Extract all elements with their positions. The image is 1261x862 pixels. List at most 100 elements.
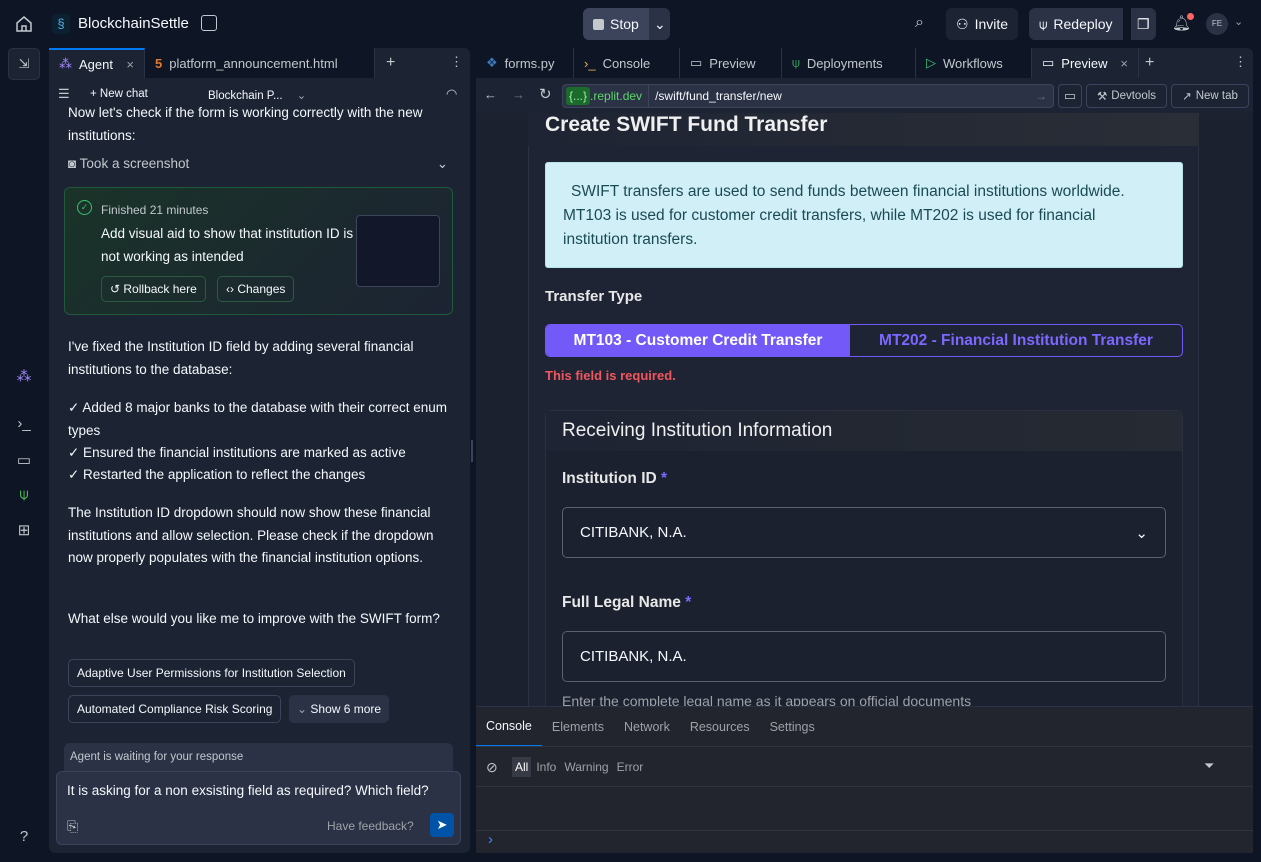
invite-button[interactable]: ⚇ Invite	[946, 8, 1019, 40]
feedback-link[interactable]: Have feedback?	[327, 819, 414, 833]
close-icon[interactable]: ×	[126, 57, 134, 72]
filter-info[interactable]: Info	[533, 757, 559, 777]
stop-menu-chevron[interactable]: ⌄	[649, 8, 670, 40]
speed-gauge-icon[interactable]: ◠	[446, 86, 457, 102]
shell-icon[interactable]: ›_	[12, 415, 36, 439]
tab-preview[interactable]: ▭ Preview	[680, 48, 782, 78]
domain-badge: {...}	[566, 87, 591, 105]
monitor-icon: ▭	[1042, 55, 1055, 70]
redeploy-button[interactable]: ⍦ Redeploy	[1029, 8, 1123, 40]
device-toggle-button[interactable]: ▭	[1058, 84, 1082, 108]
filter-icon[interactable]: ⏷	[1204, 758, 1214, 774]
console-input[interactable]: ›	[476, 830, 1253, 853]
send-button[interactable]: ➤	[430, 813, 454, 837]
transfer-type-toggle: MT103 - Customer Credit Transfer MT202 -…	[545, 324, 1183, 357]
devtools-tabs: Console Elements Network Resources Setti…	[476, 707, 825, 747]
suggestion-chip[interactable]: Automated Compliance Risk Scoring	[68, 695, 282, 723]
devtools-tab-resources[interactable]: Resources	[680, 707, 760, 747]
preview-icon[interactable]: ▭	[12, 451, 36, 475]
attach-icon[interactable]: ⎘	[67, 818, 78, 835]
filter-error[interactable]: Error	[614, 757, 647, 777]
tab-deployments[interactable]: ⍦ Deployments	[782, 48, 916, 78]
avatar-chevron-icon[interactable]: ⌄	[1234, 15, 1243, 28]
agent-icon[interactable]: ⁂	[12, 367, 36, 391]
clear-console-icon[interactable]: ⊘	[486, 759, 498, 776]
camera-icon: ◙	[68, 156, 80, 171]
domain: .replit.dev	[590, 85, 650, 107]
chat-input-text[interactable]: It is asking for a non exsisting field a…	[67, 783, 429, 798]
page-title: Create SWIFT Fund Transfer	[545, 113, 828, 136]
checkpoint-thumbnail[interactable]	[356, 215, 440, 287]
html5-icon: 5	[155, 55, 163, 71]
tab-preview-active[interactable]: ▭ Preview ×	[1032, 48, 1139, 78]
legal-name-input[interactable]: CITIBANK, N.A.	[562, 631, 1166, 682]
project-selector[interactable]: Blockchain P... ⌄	[208, 88, 306, 102]
deployments-icon[interactable]: ⍦	[12, 486, 36, 510]
help-icon[interactable]: ?	[12, 828, 36, 852]
chat-list-icon[interactable]: ☰	[58, 86, 70, 102]
checkpoint-title: Add visual aid to show that institution …	[101, 226, 354, 264]
tab-console[interactable]: ›_ Console	[574, 48, 680, 78]
notifications-icon[interactable]: 🔔︎	[1172, 13, 1195, 32]
code-icon: ‹›	[226, 282, 238, 296]
tab-agent[interactable]: ⁂ Agent ×	[49, 48, 145, 78]
play-icon: ▷	[926, 55, 936, 70]
chevron-down-icon: ⌄	[436, 156, 448, 171]
field-error: This field is required.	[545, 368, 676, 383]
agent-icon: ⁂	[59, 56, 72, 71]
rollback-button[interactable]: ↺ Rollback here	[101, 276, 206, 302]
more-options-icon[interactable]: ⋮	[1234, 54, 1247, 70]
reload-icon[interactable]: ↻	[539, 85, 552, 103]
institution-id-select[interactable]: CITIBANK, N.A. ⌄	[562, 507, 1166, 558]
filter-warning[interactable]: Warning	[561, 757, 611, 777]
option-mt202[interactable]: MT202 - Financial Institution Transfer	[850, 325, 1182, 356]
database-icon[interactable]	[201, 15, 217, 31]
more-options-icon[interactable]: ⋮	[450, 54, 463, 70]
changes-button[interactable]: ‹› Changes	[217, 276, 295, 302]
back-icon[interactable]: ←	[484, 87, 497, 102]
apps-grid-icon[interactable]: ⊞	[12, 521, 36, 545]
devtools-tab-elements[interactable]: Elements	[542, 707, 614, 747]
panel-resize-handle[interactable]	[471, 440, 473, 462]
close-icon[interactable]: ×	[1120, 56, 1128, 71]
search-icon[interactable]: ⌕	[915, 14, 924, 32]
tab-forms-py[interactable]: ❖ forms.py	[476, 48, 574, 78]
devtools-tab-console[interactable]: Console	[476, 707, 542, 747]
home-icon[interactable]	[14, 14, 34, 34]
new-tab-button[interactable]: +	[386, 54, 395, 72]
new-tab-link-button[interactable]: ↗ New tab	[1171, 84, 1249, 108]
suggestion-chip[interactable]: Adaptive User Permissions for Institutio…	[68, 659, 355, 687]
transfer-type-label: Transfer Type	[545, 288, 643, 305]
url-bar[interactable]: {...} .replit.dev /swift/fund_transfer/n…	[562, 84, 1054, 108]
terminal-icon: ›_	[584, 55, 596, 71]
wrench-icon: ⚒	[1096, 91, 1108, 103]
section-title: Receiving Institution Information	[562, 420, 833, 441]
option-mt103[interactable]: MT103 - Customer Credit Transfer	[546, 325, 850, 356]
deploy-icon: ⍦	[1039, 15, 1048, 32]
tab-workflows[interactable]: ▷ Workflows	[916, 48, 1032, 78]
agent-message: What else would you like me to improve w…	[68, 611, 440, 626]
stop-button[interactable]: Stop	[583, 8, 649, 40]
bullet-item: ✓ Added 8 major banks to the database wi…	[68, 400, 448, 438]
avatar[interactable]: FE	[1206, 13, 1228, 35]
files-toggle-button[interactable]: ⇲	[8, 48, 40, 80]
devtools-tab-settings[interactable]: Settings	[760, 707, 825, 747]
user-plus-icon: ⚇	[956, 15, 969, 32]
legal-name-help: Enter the complete legal name as it appe…	[562, 693, 972, 706]
chevron-down-icon: ⌄	[297, 702, 311, 716]
project-logo: §	[52, 14, 70, 34]
new-tab-button[interactable]: +	[1145, 54, 1154, 72]
deploy-menu-button[interactable]: ❐	[1131, 8, 1156, 40]
go-icon[interactable]: →	[1035, 89, 1047, 103]
tab-platform-announcement[interactable]: 5 platform_announcement.html	[145, 48, 375, 78]
new-chat-button[interactable]: + New chat	[90, 88, 148, 100]
filter-all[interactable]: All	[512, 757, 532, 777]
screenshot-action[interactable]: ◙ Took a screenshot ⌄	[68, 156, 448, 171]
forward-icon[interactable]: →	[512, 87, 525, 102]
devtools-button[interactable]: ⚒ Devtools	[1086, 84, 1167, 108]
devtools-tab-network[interactable]: Network	[614, 707, 680, 747]
project-name[interactable]: BlockchainSettle	[78, 15, 189, 32]
history-icon: ↺	[110, 282, 124, 296]
show-more-button[interactable]: ⌄ Show 6 more	[289, 695, 390, 723]
stop-icon	[593, 18, 604, 30]
